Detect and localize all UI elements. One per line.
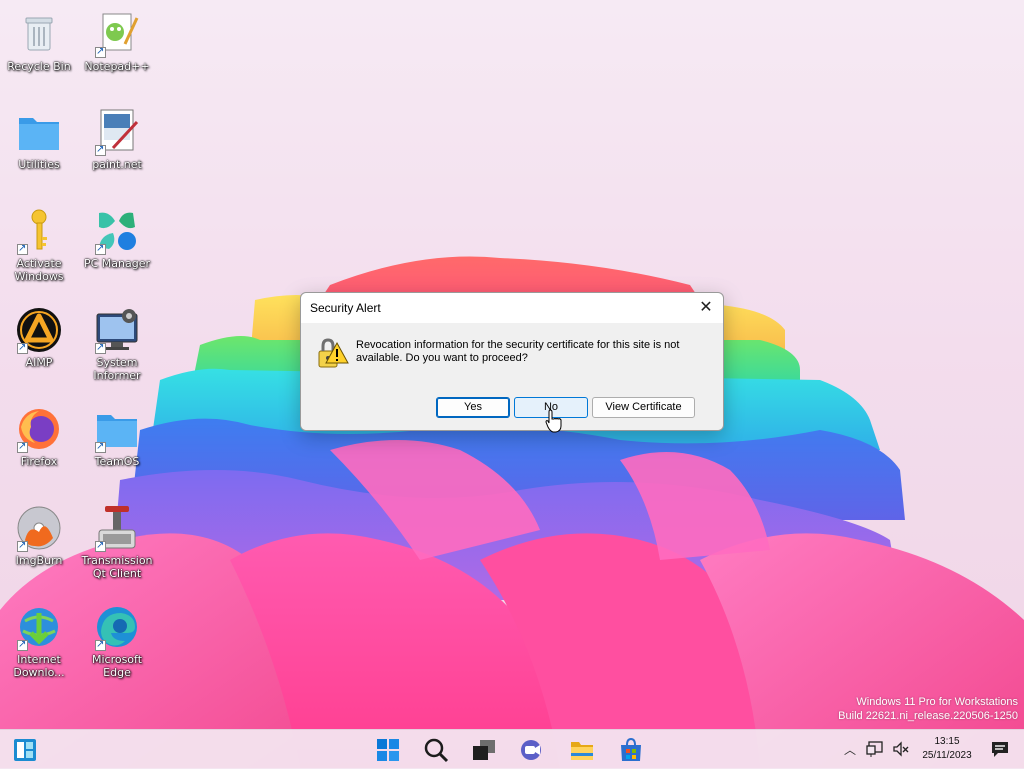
shortcut-arrow-icon bbox=[95, 440, 106, 453]
dialog-message: Revocation information for the security … bbox=[356, 339, 680, 364]
desktop-icon-transmission[interactable]: Transmission Qt Client bbox=[78, 504, 156, 580]
task-view-icon[interactable] bbox=[471, 737, 497, 763]
key-icon bbox=[15, 207, 63, 255]
hand-cursor-icon bbox=[545, 409, 562, 433]
desktop-icon-label: System Informer bbox=[93, 356, 141, 382]
desktop-icon-label: ImgBurn bbox=[15, 554, 63, 567]
desktop-icon-label: PC Manager bbox=[83, 257, 151, 270]
start-icon[interactable] bbox=[375, 737, 401, 763]
system-informer-icon bbox=[93, 306, 141, 354]
shortcut-arrow-icon bbox=[17, 539, 28, 552]
desktop-icon-recycle-bin[interactable]: Recycle Bin bbox=[0, 10, 78, 73]
desktop-icon-teamos[interactable]: TeamOS bbox=[78, 405, 156, 468]
paint-net-icon bbox=[93, 108, 141, 156]
shortcut-arrow-icon bbox=[17, 242, 28, 255]
shortcut-arrow-icon bbox=[17, 341, 28, 354]
shortcut-arrow-icon bbox=[17, 440, 28, 453]
desktop-icon-utilities[interactable]: Utilities bbox=[0, 108, 78, 171]
watermark-build: Build 22621.ni_release.220506-1250 bbox=[838, 710, 1018, 722]
imgburn-icon bbox=[15, 504, 63, 552]
desktop-icon-label: Utilities bbox=[18, 158, 60, 171]
network-icon[interactable] bbox=[866, 740, 884, 758]
desktop-icon-label: Transmission Qt Client bbox=[81, 554, 153, 580]
watermark-edition: Windows 11 Pro for Workstations bbox=[856, 696, 1018, 708]
clock-time: 13:15 bbox=[934, 736, 960, 747]
volume-muted-icon[interactable] bbox=[892, 740, 910, 758]
aimp-icon bbox=[15, 306, 63, 354]
dialog-body: Revocation information for the security … bbox=[301, 323, 723, 430]
desktop-icon-label: TeamOS bbox=[94, 455, 140, 468]
dialog-title: Security Alert bbox=[310, 301, 381, 315]
desktop-icon-imgburn[interactable]: ImgBurn bbox=[0, 504, 78, 567]
desktop-icon-system-informer[interactable]: System Informer bbox=[78, 306, 156, 382]
search-icon[interactable] bbox=[423, 737, 449, 763]
taskbar: ︿ 13:15 25/11/2023 bbox=[0, 729, 1024, 769]
desktop-icon-label: Notepad++ bbox=[84, 60, 150, 73]
shortcut-arrow-icon bbox=[95, 143, 106, 156]
desktop-icon-paint-net[interactable]: paint.net bbox=[78, 108, 156, 171]
shortcut-arrow-icon bbox=[95, 539, 106, 552]
desktop-icon-label: Firefox bbox=[20, 455, 58, 468]
firefox-icon bbox=[15, 405, 63, 453]
desktop-icon-notepad-plus-plus[interactable]: Notepad++ bbox=[78, 10, 156, 73]
desktop-icon-label: Activate Windows bbox=[14, 257, 64, 283]
edge-icon bbox=[93, 603, 141, 651]
desktop-icon-label: Internet Downlo... bbox=[13, 653, 65, 679]
view-certificate-button[interactable]: View Certificate bbox=[592, 397, 695, 418]
transmission-icon bbox=[93, 504, 141, 552]
security-alert-dialog: Security Alert ✕ Revocation information … bbox=[300, 292, 724, 431]
desktop-icon-internet-download-manager[interactable]: Internet Downlo... bbox=[0, 603, 78, 679]
recycle-bin-icon bbox=[15, 10, 63, 58]
desktop-icon-label: Microsoft Edge bbox=[91, 653, 143, 679]
desktop-icon-aimp[interactable]: AIMP bbox=[0, 306, 78, 369]
teams-chat-icon[interactable] bbox=[519, 737, 545, 763]
clock-date: 25/11/2023 bbox=[922, 750, 972, 761]
close-icon[interactable]: ✕ bbox=[695, 297, 717, 319]
desktop-icon-pc-manager[interactable]: PC Manager bbox=[78, 207, 156, 270]
pc-manager-icon bbox=[93, 207, 141, 255]
microsoft-store-icon[interactable] bbox=[618, 737, 644, 763]
desktop-icon-activate-windows[interactable]: Activate Windows bbox=[0, 207, 78, 283]
yes-button[interactable]: Yes bbox=[436, 397, 510, 418]
folder-icon bbox=[15, 108, 63, 156]
lock-warning-icon bbox=[318, 338, 349, 368]
desktop-icon-label: AIMP bbox=[25, 356, 53, 369]
chevron-up-icon[interactable]: ︿ bbox=[844, 741, 856, 758]
shortcut-arrow-icon bbox=[17, 638, 28, 651]
notification-icon[interactable] bbox=[990, 740, 1010, 758]
desktop-icon-label: Recycle Bin bbox=[7, 60, 71, 73]
widgets-icon[interactable] bbox=[12, 737, 38, 763]
notepad-plus-plus-icon bbox=[93, 10, 141, 58]
desktop-icon-microsoft-edge[interactable]: Microsoft Edge bbox=[78, 603, 156, 679]
file-explorer-icon[interactable] bbox=[569, 737, 595, 763]
shortcut-arrow-icon bbox=[95, 45, 106, 58]
desktop-icon-firefox[interactable]: Firefox bbox=[0, 405, 78, 468]
shortcut-arrow-icon bbox=[95, 638, 106, 651]
dialog-titlebar[interactable]: Security Alert ✕ bbox=[301, 293, 723, 323]
shortcut-arrow-icon bbox=[95, 242, 106, 255]
internet-download-manager-icon bbox=[15, 603, 63, 651]
desktop-icon-label: paint.net bbox=[92, 158, 142, 171]
shortcut-arrow-icon bbox=[95, 341, 106, 354]
folder-icon bbox=[93, 405, 141, 453]
system-clock[interactable]: 13:15 25/11/2023 bbox=[916, 735, 978, 763]
windows-watermark: Windows 11 Pro for Workstations Build 22… bbox=[838, 695, 1018, 723]
